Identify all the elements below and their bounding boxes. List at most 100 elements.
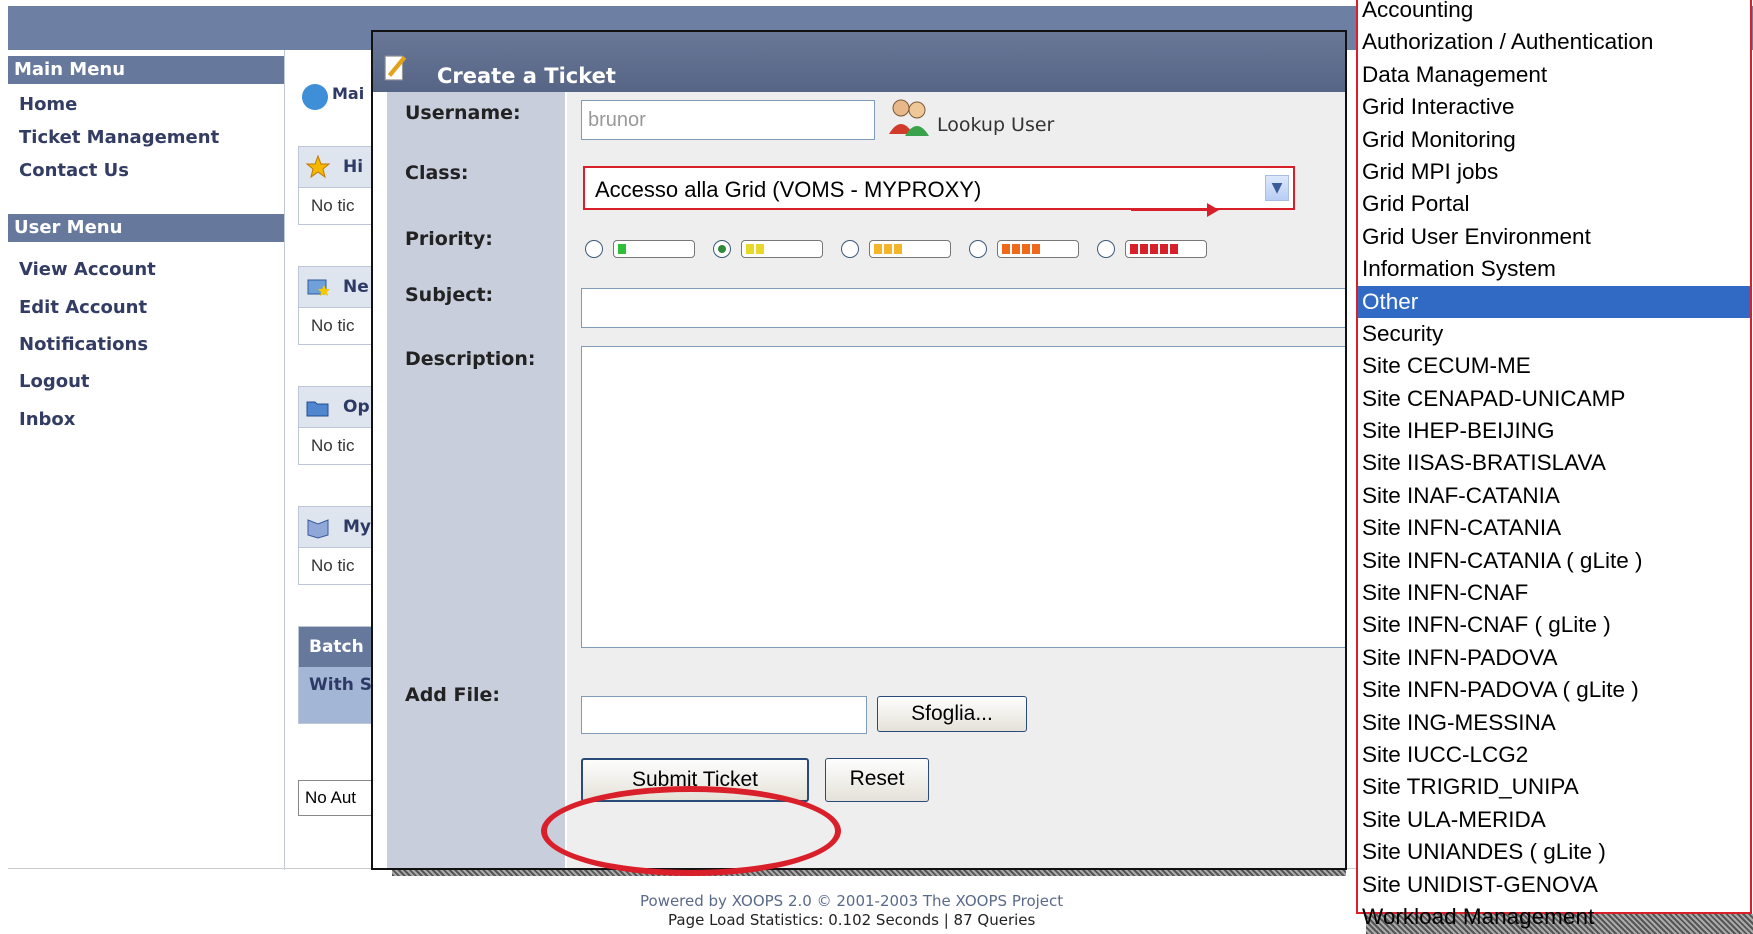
panel-block-title: My [343, 517, 371, 537]
user-menu-heading: User Menu [8, 214, 284, 242]
class-dropdown-options: Accounting Authorization / Authentication… [1358, 0, 1750, 933]
subject-cell [567, 274, 1345, 338]
main-menu-heading: Main Menu [8, 56, 284, 84]
class-option[interactable]: Site ING-MESSINA [1358, 707, 1750, 739]
main-panel-title: Mai [332, 84, 365, 103]
class-option[interactable]: Site UNIDIST-GENOVA [1358, 869, 1750, 901]
class-option[interactable]: Grid Portal [1358, 188, 1750, 220]
reset-button[interactable]: Reset [825, 758, 929, 802]
subject-field[interactable] [581, 288, 1345, 328]
lookup-user-icon[interactable] [887, 96, 931, 136]
create-ticket-dialog: Create a Ticket Username: brunor Lookup … [371, 30, 1347, 870]
priority-radio-4[interactable] [969, 240, 987, 258]
book-icon [307, 519, 329, 539]
class-cell: Accesso alla Grid (VOMS - MYPROXY) ▼ [567, 152, 1345, 218]
description-label: Description: [387, 338, 565, 674]
menu-link-logout[interactable]: Logout [19, 370, 90, 394]
class-option[interactable]: Grid Interactive [1358, 91, 1750, 123]
gear-icon [302, 84, 328, 110]
class-option[interactable]: Workload Management [1358, 901, 1750, 933]
star-icon [305, 155, 331, 179]
class-option[interactable]: Site TRIGRID_UNIPA [1358, 771, 1750, 803]
priority-cell [567, 218, 1345, 274]
description-textarea[interactable] [581, 346, 1345, 648]
class-label: Class: [387, 152, 565, 218]
panel-block-title: Ne [343, 277, 369, 297]
class-option[interactable]: Site IISAS-BRATISLAVA [1358, 447, 1750, 479]
priority-radio-3[interactable] [841, 240, 859, 258]
class-option[interactable]: Site UNIANDES ( gLite ) [1358, 836, 1750, 868]
class-option[interactable]: Data Management [1358, 59, 1750, 91]
priority-radio-2[interactable] [713, 240, 731, 258]
menu-link-edit-account[interactable]: Edit Account [19, 296, 147, 320]
class-option[interactable]: Site INFN-CNAF [1358, 577, 1750, 609]
priority-radio-5[interactable] [1097, 240, 1115, 258]
subject-label: Subject: [387, 274, 565, 338]
panel-block-title: Op [343, 397, 370, 417]
annotation-circle [541, 786, 841, 876]
class-option[interactable]: Site INFN-CATANIA ( gLite ) [1358, 545, 1750, 577]
menu-link-contact-us[interactable]: Contact Us [19, 159, 129, 183]
annotation-connector-line [1131, 209, 1211, 211]
footer-stats: Page Load Statistics: 0.102 Seconds | 87… [668, 911, 1036, 929]
username-label: Username: [387, 92, 565, 152]
class-option[interactable]: Authorization / Authentication [1358, 26, 1750, 58]
priority-row: Priority: [387, 218, 1345, 276]
notepad-pencil-icon [384, 55, 407, 81]
annotation-arrow-icon [1207, 203, 1219, 217]
class-option[interactable]: Other [1358, 285, 1750, 318]
menu-link-view-account[interactable]: View Account [19, 258, 156, 282]
class-option[interactable]: Site IUCC-LCG2 [1358, 739, 1750, 771]
priority-level-2-bar [741, 240, 823, 258]
folder-icon [306, 401, 329, 417]
username-cell: brunor Lookup User [567, 92, 1345, 152]
add-file-cell: Sfoglia... [567, 674, 1345, 746]
browse-button[interactable]: Sfoglia... [877, 696, 1027, 732]
menu-link-notifications[interactable]: Notifications [19, 333, 148, 357]
class-option[interactable]: Grid User Environment [1358, 221, 1750, 253]
menu-link-ticket-management[interactable]: Ticket Management [19, 126, 219, 150]
priority-level-4-bar [997, 240, 1079, 258]
file-path-field[interactable] [581, 696, 867, 734]
class-option[interactable]: Site ULA-MERIDA [1358, 804, 1750, 836]
class-option[interactable]: Site INFN-PADOVA [1358, 642, 1750, 674]
panel-block-title: Hi [343, 157, 364, 177]
left-panel-divider [284, 50, 285, 870]
subject-row: Subject: [387, 274, 1345, 340]
class-option[interactable]: Grid MPI jobs [1358, 156, 1750, 188]
priority-level-3-bar [869, 240, 951, 258]
class-option[interactable]: Accounting [1358, 0, 1750, 26]
class-option[interactable]: Site INFN-CATANIA [1358, 512, 1750, 544]
class-option[interactable]: Site CECUM-ME [1358, 350, 1750, 382]
dialog-title-bar: Create a Ticket [373, 32, 1345, 92]
class-option[interactable]: Site INAF-CATANIA [1358, 480, 1750, 512]
description-cell [567, 338, 1345, 674]
class-option[interactable]: Site INFN-CNAF ( gLite ) [1358, 609, 1750, 641]
class-dropdown-list[interactable]: Accounting Authorization / Authentication… [1356, 0, 1752, 929]
dialog-title: Create a Ticket [437, 64, 616, 88]
class-option[interactable]: Site INFN-PADOVA ( gLite ) [1358, 674, 1750, 706]
class-select-value: Accesso alla Grid (VOMS - MYPROXY) [595, 177, 982, 202]
priority-radio-1[interactable] [585, 240, 603, 258]
class-select[interactable]: Accesso alla Grid (VOMS - MYPROXY) ▼ [583, 166, 1295, 210]
class-option[interactable]: Grid Monitoring [1358, 124, 1750, 156]
lookup-user-link[interactable]: Lookup User [937, 114, 1054, 136]
priority-label: Priority: [387, 218, 565, 274]
footer-powered-by: Powered by XOOPS 2.0 © 2001-2003 The XOO… [640, 892, 1064, 910]
class-option[interactable]: Site CENAPAD-UNICAMP [1358, 383, 1750, 415]
add-file-label: Add File: [387, 674, 565, 746]
menu-link-inbox[interactable]: Inbox [19, 408, 75, 432]
new-ticket-icon [307, 279, 330, 296]
priority-level-1-bar [613, 240, 695, 258]
class-option[interactable]: Security [1358, 318, 1750, 350]
username-field[interactable]: brunor [581, 100, 875, 140]
action-row: Submit Ticket Reset [387, 746, 1345, 868]
class-option[interactable]: Site IHEP-BEIJING [1358, 415, 1750, 447]
action-row-label [387, 746, 565, 868]
add-file-row: Add File: Sfoglia... [387, 674, 1345, 748]
chevron-down-icon[interactable]: ▼ [1265, 175, 1289, 201]
description-row: Description: [387, 338, 1345, 676]
priority-level-5-bar [1125, 240, 1207, 258]
menu-link-home[interactable]: Home [19, 93, 77, 117]
class-option[interactable]: Information System [1358, 253, 1750, 285]
